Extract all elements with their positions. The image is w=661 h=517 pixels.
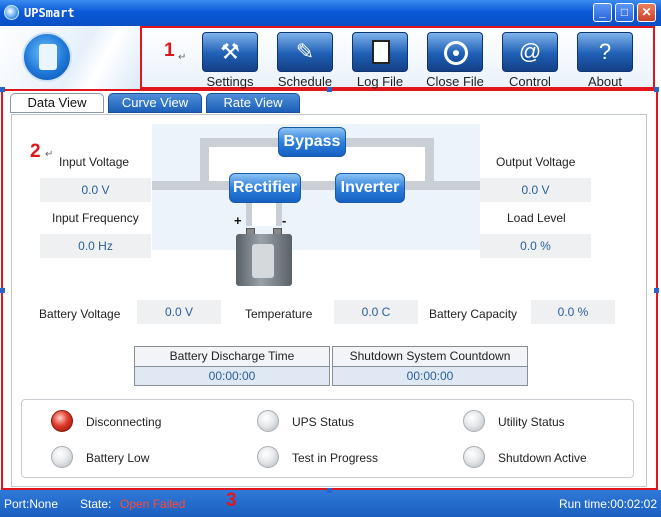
close-file-label: Close File <box>426 74 484 89</box>
main-line <box>152 181 480 190</box>
load-level-value: 0.0 % <box>480 234 591 258</box>
maximize-button[interactable]: □ <box>615 3 634 22</box>
toolbar: ⚒ Settings ✎ Schedule Log File Close Fil… <box>140 26 655 89</box>
at-icon: @ <box>518 39 542 64</box>
annotation-arrow-2: ↵ <box>45 149 54 160</box>
battery-icon: + - <box>234 213 292 286</box>
control-button[interactable]: @ Control <box>494 32 566 89</box>
log-file-button[interactable]: Log File <box>344 32 416 89</box>
state-value: Open Failed <box>120 497 186 511</box>
upsmart-logo <box>22 32 72 82</box>
ups-status-label: UPS Status <box>292 415 355 429</box>
input-frequency-value: 0.0 Hz <box>40 234 151 258</box>
pen-tablet-icon: ✎ <box>295 39 315 64</box>
app-icon <box>4 5 19 20</box>
disconnecting-led <box>51 410 73 432</box>
temperature-label: Temperature <box>245 307 313 321</box>
minimize-button[interactable]: _ <box>593 3 612 22</box>
hammer-icon: ⚒ <box>220 39 240 64</box>
state-label: State: <box>80 497 112 511</box>
battery-discharge-time: Battery Discharge Time 00:00:00 <box>134 346 330 386</box>
utility-status-led <box>463 410 485 432</box>
output-voltage-value: 0.0 V <box>480 178 591 202</box>
close-file-button[interactable]: Close File <box>419 32 491 89</box>
annotation-2: 2 <box>30 141 41 162</box>
input-voltage-label: Input Voltage <box>59 155 130 169</box>
annotation-3: 3 <box>226 490 237 511</box>
close-button[interactable]: ✕ <box>637 3 656 22</box>
output-voltage-label: Output Voltage <box>496 155 576 169</box>
maximize-icon: □ <box>620 5 629 19</box>
test-in-progress-label: Test in Progress <box>292 451 379 465</box>
close-icon: ✕ <box>641 5 652 19</box>
status-indicators <box>21 399 634 478</box>
shutdown-countdown-header: Shutdown System Countdown <box>333 347 527 367</box>
inverter-block: Inverter <box>335 173 405 203</box>
about-button[interactable]: ? About <box>569 32 641 89</box>
input-voltage-value: 0.0 V <box>40 178 151 202</box>
selection-handle[interactable] <box>327 87 332 92</box>
annotation-1: 1 <box>164 40 175 61</box>
shutdown-countdown-value: 00:00:00 <box>333 367 527 385</box>
shutdown-active-led <box>463 446 485 468</box>
port-status: Port:None <box>4 497 59 511</box>
minus-sign: - <box>282 213 287 228</box>
input-frequency-label: Input Frequency <box>52 211 139 225</box>
log-file-label: Log File <box>356 74 404 89</box>
battery-low-led <box>51 446 73 468</box>
disc-icon <box>444 41 468 65</box>
battery-voltage-label: Battery Voltage <box>39 307 121 321</box>
settings-label: Settings <box>206 74 254 89</box>
load-level-label: Load Level <box>507 211 566 225</box>
shutdown-countdown: Shutdown System Countdown 00:00:00 <box>332 346 528 386</box>
selection-handle[interactable] <box>0 87 5 92</box>
battery-voltage-value: 0.0 V <box>137 300 221 324</box>
settings-button[interactable]: ⚒ Settings <box>194 32 266 89</box>
document-icon <box>372 40 390 64</box>
battery-low-label: Battery Low <box>86 451 150 465</box>
temperature-value: 0.0 C <box>334 300 418 324</box>
utility-status-label: Utility Status <box>498 415 565 429</box>
logo-area <box>0 26 140 89</box>
run-time: Run time:00:02:02 <box>558 497 657 511</box>
control-label: Control <box>509 74 551 89</box>
battery-capacity-label: Battery Capacity <box>429 307 518 321</box>
discharge-time-value: 00:00:00 <box>135 367 329 385</box>
tab-rate-view[interactable]: Rate View <box>206 93 300 113</box>
selection-handle[interactable] <box>654 87 659 92</box>
tab-curve-view[interactable]: Curve View <box>108 93 202 113</box>
plus-sign: + <box>234 213 242 228</box>
bypass-block: Bypass <box>278 127 346 157</box>
schedule-label: Schedule <box>277 74 333 89</box>
disconnecting-label: Disconnecting <box>86 415 162 429</box>
discharge-time-header: Battery Discharge Time <box>135 347 329 367</box>
selection-handle[interactable] <box>327 488 332 493</box>
window-title: UPSmart <box>24 6 75 20</box>
selection-handle[interactable] <box>654 288 659 293</box>
test-in-progress-led <box>257 446 279 468</box>
minimize-icon: _ <box>599 5 606 19</box>
title-bar: UPSmart _ □ ✕ <box>0 0 661 26</box>
annotation-arrow: ↵ <box>178 52 187 63</box>
question-icon: ? <box>598 39 612 64</box>
rectifier-block: Rectifier <box>229 173 301 203</box>
battery-capacity-value: 0.0 % <box>531 300 615 324</box>
about-label: About <box>588 74 622 89</box>
schedule-button[interactable]: ✎ Schedule <box>269 32 341 89</box>
ups-status-led <box>257 410 279 432</box>
status-bar: Port:None State: Open Failed Run time:00… <box>0 490 661 517</box>
tab-data-view[interactable]: Data View <box>10 93 104 113</box>
shutdown-active-label: Shutdown Active <box>498 451 587 465</box>
selection-handle[interactable] <box>0 288 5 293</box>
